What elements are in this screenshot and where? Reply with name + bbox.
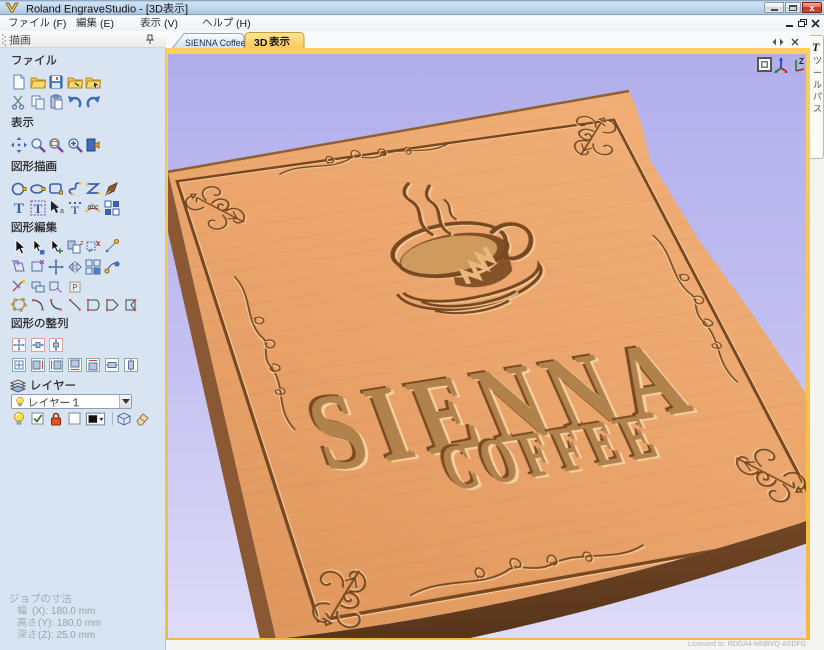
svg-text:T: T — [14, 201, 24, 216]
svg-text:ab: ab — [60, 208, 64, 215]
svg-text:Z: Z — [799, 57, 804, 66]
svg-text:T: T — [71, 203, 79, 216]
svg-text:abc: abc — [87, 204, 99, 211]
svg-text:T: T — [34, 201, 43, 216]
svg-text:P: P — [72, 283, 77, 292]
svg-text:x: x — [96, 239, 101, 248]
svg-text:z: z — [80, 240, 83, 247]
